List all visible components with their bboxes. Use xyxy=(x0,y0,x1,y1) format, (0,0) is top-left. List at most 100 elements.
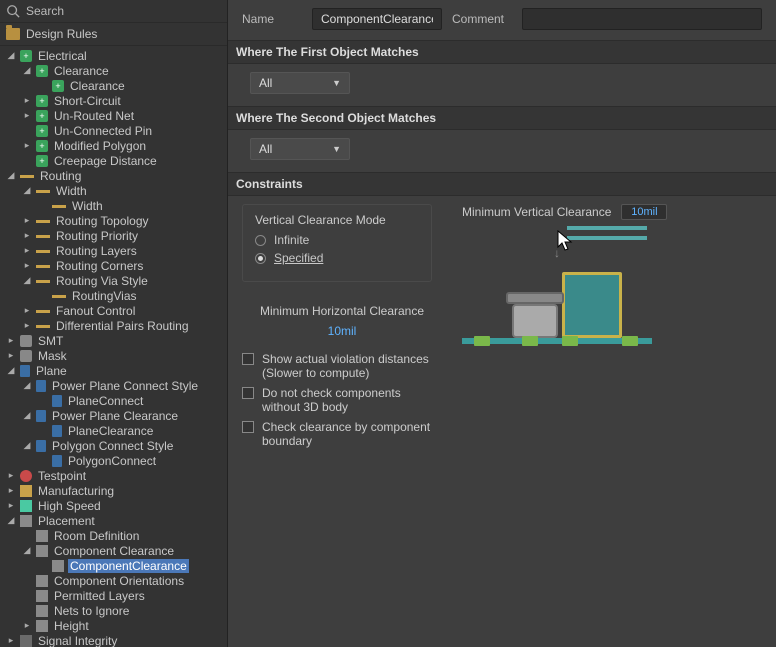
checkbox-icon xyxy=(242,387,254,399)
radio-dot-icon xyxy=(255,253,266,264)
tree-electrical[interactable]: ◢Electrical xyxy=(0,48,227,63)
tree-permitted-layers[interactable]: •Permitted Layers xyxy=(0,588,227,603)
chk-show-violations[interactable]: Show actual violation distances (Slower … xyxy=(242,352,442,380)
diffpairs-icon xyxy=(36,321,50,331)
name-label: Name xyxy=(242,12,302,26)
comment-input[interactable] xyxy=(522,8,762,30)
chk-by-boundary-label: Check clearance by component boundary xyxy=(262,420,442,448)
rules-root-label: Design Rules xyxy=(26,27,97,41)
chk-by-boundary[interactable]: Check clearance by component boundary xyxy=(242,420,442,448)
tree-manufacturing[interactable]: ▸Manufacturing xyxy=(0,483,227,498)
poly-connect-style-icon xyxy=(36,440,46,452)
tree-nets-to-ignore[interactable]: •Nets to Ignore xyxy=(0,603,227,618)
tree-width-rule[interactable]: •Width xyxy=(0,198,227,213)
chk-no-3d-body[interactable]: Do not check components without 3D body xyxy=(242,386,442,414)
tree-plane-clearance[interactable]: •PlaneClearance xyxy=(0,423,227,438)
tree-high-speed[interactable]: ▸High Speed xyxy=(0,498,227,513)
tree-plane-connect[interactable]: •PlaneConnect xyxy=(0,393,227,408)
tree-smt[interactable]: ▸SMT xyxy=(0,333,227,348)
tree-testpoint[interactable]: ▸Testpoint xyxy=(0,468,227,483)
tree-routing-vias[interactable]: •RoutingVias xyxy=(0,288,227,303)
creepage-icon xyxy=(36,155,48,167)
unconnected-pin-icon xyxy=(36,125,48,137)
component-orientations-icon xyxy=(36,575,48,587)
routing-topology-icon xyxy=(36,216,50,226)
plane-connect-icon xyxy=(52,395,62,407)
tree-component-clearance[interactable]: ◢Component Clearance xyxy=(0,543,227,558)
tree-creepage[interactable]: •Creepage Distance xyxy=(0,153,227,168)
vc-mode-label: Vertical Clearance Mode xyxy=(255,213,419,227)
tree-room-definition[interactable]: •Room Definition xyxy=(0,528,227,543)
tree-polygon-connect[interactable]: •PolygonConnect xyxy=(0,453,227,468)
radio-dot-icon xyxy=(255,235,266,246)
component-clearance-icon xyxy=(36,545,48,557)
tree-diffpairs[interactable]: ▸Differential Pairs Routing xyxy=(0,318,227,333)
radio-specified-label: Specified xyxy=(274,251,323,265)
tree-plane[interactable]: ◢Plane xyxy=(0,363,227,378)
tree-routing-corners[interactable]: ▸Routing Corners xyxy=(0,258,227,273)
routing-layers-icon xyxy=(36,246,50,256)
tree-routing[interactable]: ◢Routing xyxy=(0,168,227,183)
manufacturing-icon xyxy=(20,485,32,497)
scope1-value: All xyxy=(259,76,272,90)
radio-infinite[interactable]: Infinite xyxy=(255,233,419,247)
mvc-value[interactable]: 10mil xyxy=(621,204,667,220)
routing-icon xyxy=(20,171,34,181)
tree-modified-polygon[interactable]: ▸Modified Polygon xyxy=(0,138,227,153)
tree-fanout[interactable]: ▸Fanout Control xyxy=(0,303,227,318)
search-icon xyxy=(6,4,20,18)
folder-icon xyxy=(6,28,20,40)
tree-placement[interactable]: ◢Placement xyxy=(0,513,227,528)
mhc-value[interactable]: 10mil xyxy=(328,324,357,338)
routing-corners-icon xyxy=(36,261,50,271)
tree-clearance[interactable]: ◢Clearance xyxy=(0,63,227,78)
tree-routing-priority[interactable]: ▸Routing Priority xyxy=(0,228,227,243)
tree-poly-connect-style[interactable]: ◢Polygon Connect Style xyxy=(0,438,227,453)
routing-vias-icon xyxy=(52,291,66,301)
name-input[interactable] xyxy=(312,8,442,30)
radio-specified[interactable]: Specified xyxy=(255,251,419,265)
clearance-illustration: ↓ xyxy=(462,224,652,354)
vertical-clearance-mode-group: Vertical Clearance Mode Infinite Specifi… xyxy=(242,204,432,282)
checkbox-icon xyxy=(242,353,254,365)
tree-mask[interactable]: ▸Mask xyxy=(0,348,227,363)
mask-icon xyxy=(20,350,32,362)
clearance-rule-icon xyxy=(52,80,64,92)
checkbox-icon xyxy=(242,421,254,433)
where-first-header: Where The First Object Matches xyxy=(228,40,776,64)
scope2-dropdown[interactable]: All ▼ xyxy=(250,138,350,160)
pp-connect-style-icon xyxy=(36,380,46,392)
tree-clearance-rule[interactable]: •Clearance xyxy=(0,78,227,93)
permitted-layers-icon xyxy=(36,590,48,602)
tree-routing-via-style[interactable]: ◢Routing Via Style xyxy=(0,273,227,288)
rules-root[interactable]: Design Rules xyxy=(0,23,227,46)
search-placeholder: Search xyxy=(26,4,64,18)
routing-via-style-icon xyxy=(36,276,50,286)
room-definition-icon xyxy=(36,530,48,542)
chevron-down-icon: ▼ xyxy=(332,78,341,88)
tree-component-orientations[interactable]: •Component Orientations xyxy=(0,573,227,588)
placement-icon xyxy=(20,515,32,527)
tree-signal-integrity[interactable]: ▸Signal Integrity xyxy=(0,633,227,647)
tree-unconnected-pin[interactable]: •Un-Connected Pin xyxy=(0,123,227,138)
scope1-dropdown[interactable]: All ▼ xyxy=(250,72,350,94)
tree-pp-connect-style[interactable]: ◢Power Plane Connect Style xyxy=(0,378,227,393)
tree-component-clearance-rule[interactable]: •ComponentClearance xyxy=(0,558,227,573)
plane-clearance-icon xyxy=(52,425,62,437)
testpoint-icon xyxy=(20,470,32,482)
tree-pp-clearance[interactable]: ◢Power Plane Clearance xyxy=(0,408,227,423)
unrouted-net-icon xyxy=(36,110,48,122)
width-rule-icon xyxy=(52,201,66,211)
search-row[interactable]: Search xyxy=(0,0,227,23)
chk-no-3d-body-label: Do not check components without 3D body xyxy=(262,386,442,414)
smt-icon xyxy=(20,335,32,347)
short-circuit-icon xyxy=(36,95,48,107)
tree-unrouted-net[interactable]: ▸Un-Routed Net xyxy=(0,108,227,123)
mhc-label: Minimum Horizontal Clearance xyxy=(242,304,442,318)
tree-short-circuit[interactable]: ▸Short-Circuit xyxy=(0,93,227,108)
radio-infinite-label: Infinite xyxy=(274,233,309,247)
tree-width[interactable]: ◢Width xyxy=(0,183,227,198)
tree-routing-topology[interactable]: ▸Routing Topology xyxy=(0,213,227,228)
tree-routing-layers[interactable]: ▸Routing Layers xyxy=(0,243,227,258)
tree-height[interactable]: ▸Height xyxy=(0,618,227,633)
